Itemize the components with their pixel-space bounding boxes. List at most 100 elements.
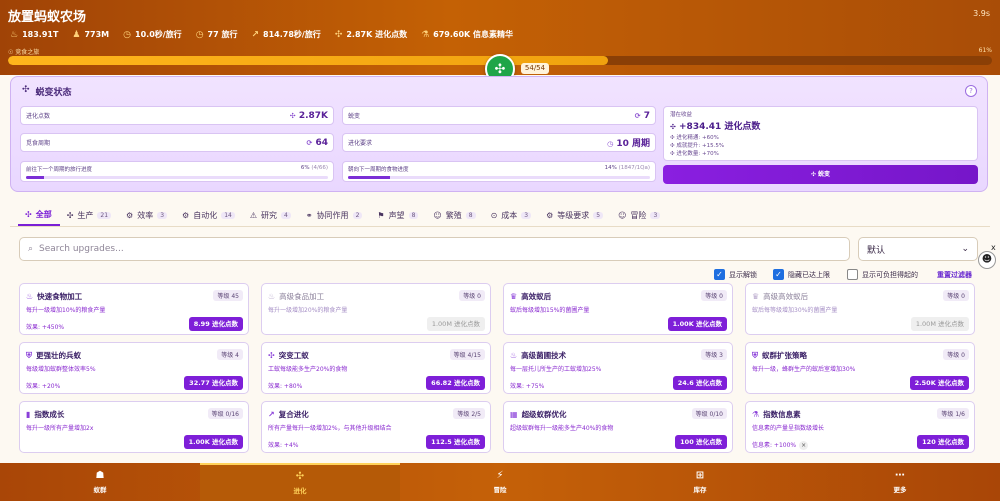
stat-food: ♨ 183.91T bbox=[10, 29, 59, 40]
mutation-count-box: 蜕变 ⟳ 7 bbox=[342, 106, 656, 125]
tab-adventure[interactable]: ☺ 冒险 3 bbox=[611, 207, 668, 226]
stats-bar: ♨ 183.91T ♟ 773M ◷ 10.0秒/旅行 ◷ 77 旅行 ↗ 814.78秒… bbox=[10, 29, 513, 40]
upgrade-icon: ⛨ bbox=[26, 350, 32, 360]
upgrade-icon: ▮ bbox=[26, 410, 31, 419]
flag-icon: ⚑ bbox=[377, 211, 385, 220]
filter-hide-max[interactable]: ✓ 隐藏已达上限 bbox=[773, 269, 830, 280]
tab-breeding[interactable]: ☺ 繁殖 8 bbox=[426, 207, 483, 226]
upgrade-card[interactable]: ↗ 复合进化 等级 2/5 所有产量每升一级增加2%，与其他升级相结合 效果: +4% 1… bbox=[261, 401, 491, 453]
next-food-progress-bar bbox=[348, 176, 650, 179]
earning-line: ✣ 进化数量: +70% bbox=[670, 151, 719, 157]
nav-evolution[interactable]: ✣ 进化 bbox=[200, 463, 400, 501]
tab-automation[interactable]: ⚙ 自动化 14 bbox=[175, 207, 243, 226]
tab-divider bbox=[10, 226, 990, 227]
buy-upgrade-button[interactable]: 24.6 进化点数 bbox=[672, 376, 727, 390]
upgrade-card[interactable]: ▮ 指数成长 等级 0/16 每升一级所有产量增加2x 1.00K 进化点数 bbox=[19, 401, 249, 453]
clock-icon: ◷ bbox=[123, 29, 132, 40]
buy-upgrade-button[interactable]: 1.00K 进化点数 bbox=[183, 435, 243, 449]
upgrade-level: 等级 0 bbox=[943, 349, 969, 360]
filter-show-unlocked[interactable]: ✓ 显示解锁 bbox=[714, 269, 757, 280]
checkbox-icon[interactable] bbox=[847, 269, 858, 280]
lightning-icon: ⚡ bbox=[496, 470, 504, 481]
upgrade-effect: 效果: +450% bbox=[26, 324, 65, 331]
stat-trip-time: ◷ 10.0秒/旅行 bbox=[123, 29, 182, 40]
tab-efficiency[interactable]: ⚙ 效率 3 bbox=[119, 207, 175, 226]
food-icon: ♨ bbox=[10, 29, 19, 40]
close-icon[interactable]: × bbox=[799, 441, 809, 450]
upgrade-card[interactable]: ⚗ 指数信息素 等级 1/6 信息素的产量呈指数级增长 信息素: +100% × 120 进… bbox=[745, 401, 975, 453]
upgrade-description: 蚁后每级增加15%的菌圃产量 bbox=[510, 307, 590, 314]
checkbox-checked-icon[interactable]: ✓ bbox=[773, 269, 784, 280]
help-icon[interactable]: ? bbox=[965, 85, 977, 97]
nav-more[interactable]: ⋯ 更多 bbox=[800, 463, 1000, 501]
next-food-progress-box: 朝向下一周期的食物进度 14% (1847/1Qa) bbox=[342, 161, 656, 182]
buy-upgrade-button[interactable]: 66.82 进化点数 bbox=[426, 376, 485, 390]
buy-upgrade-button[interactable]: 120 进化点数 bbox=[917, 435, 969, 449]
filter-show-affordable[interactable]: 显示可负担得起的 bbox=[847, 269, 918, 280]
link-icon: ⚭ bbox=[305, 211, 313, 220]
upgrade-card[interactable]: ⛨ 更强壮的兵蚁 等级 4 每级增加蚁群整体效率5% 效果: +20% 32.77 进化点… bbox=[19, 342, 249, 394]
reset-filters-link[interactable]: 重置过滤器 bbox=[937, 270, 972, 280]
dna-icon: ✣ bbox=[22, 85, 30, 95]
tab-all[interactable]: ✣ 全部 bbox=[18, 207, 60, 226]
upgrade-name: ♨ 快速食物加工 bbox=[26, 292, 83, 301]
buy-upgrade-button[interactable]: 8.99 进化点数 bbox=[188, 317, 243, 331]
upgrade-card[interactable]: ♨ 快速食物加工 等级 45 每升一级增加10%的粮食产量 效果: +450% 8.99 … bbox=[19, 283, 249, 335]
upgrade-description: 每升一级，蜂群生产的蚁后室增加30% bbox=[752, 366, 856, 373]
tab-cost[interactable]: ⊙ 成本 3 bbox=[484, 207, 540, 226]
upgrade-card[interactable]: ♨ 高级食品加工 等级 0 每升一级增加20%的粮食产量 1.00M 进化点数 bbox=[261, 283, 491, 335]
stat-rate: ↗ 814.78秒/旅行 bbox=[251, 29, 321, 40]
tab-production[interactable]: ✣ 生产 21 bbox=[60, 207, 119, 226]
trip-icon: ◷ bbox=[195, 29, 204, 40]
upgrade-level: 等级 4/15 bbox=[449, 349, 485, 360]
mascot-icon[interactable]: ☻ bbox=[978, 251, 996, 269]
buy-upgrade-button[interactable]: 1.00M 进化点数 bbox=[426, 317, 485, 331]
checkbox-checked-icon[interactable]: ✓ bbox=[714, 269, 725, 280]
earning-line: ✣ 成就提升: +15.5% bbox=[670, 143, 725, 149]
buy-upgrade-button[interactable]: 1.00K 进化点数 bbox=[667, 317, 727, 331]
upgrade-effect: 效果: +75% bbox=[510, 383, 545, 390]
tab-research[interactable]: ⚠ 研究 4 bbox=[243, 207, 299, 226]
upgrade-card[interactable]: ♨ 高级菌圃技术 等级 3 每一层托儿所生产的工蚁增加25% 效果: +75% 24.6 … bbox=[503, 342, 733, 394]
upgrade-effect: 信息素: +100% × bbox=[752, 441, 809, 450]
journey-progress-fill bbox=[8, 56, 609, 65]
tab-prestige[interactable]: ⚑ 声望 8 bbox=[370, 207, 426, 226]
dna-icon: ✣ bbox=[66, 211, 74, 220]
buy-upgrade-button[interactable]: 112.5 进化点数 bbox=[426, 435, 485, 449]
journey-percent: 61% bbox=[978, 47, 992, 54]
upgrade-level: 等级 2/5 bbox=[453, 408, 485, 419]
upgrade-description: 每升一级所有产量增加2x bbox=[26, 425, 94, 432]
buy-upgrade-button[interactable]: 100 进化点数 bbox=[675, 435, 727, 449]
upgrade-card[interactable]: ▦ 超级蚁群优化 等级 0/10 超级蚁群每升一级能多生产40%的食物 100 进化点数 bbox=[503, 401, 733, 453]
tab-level-req[interactable]: ⚙ 等级要求 5 bbox=[539, 207, 611, 226]
upgrade-icon: ✣ bbox=[268, 351, 275, 360]
upgrade-card[interactable]: ✣ 突变工蚁 等级 4/15 工蚁每级能多生产20%的食物 效果: +80% 66.82 … bbox=[261, 342, 491, 394]
stat-trips: ◷ 77 旅行 bbox=[195, 29, 238, 40]
app-title: 放置蚂蚁农场 bbox=[8, 10, 87, 25]
tab-synergy[interactable]: ⚭ 协同作用 2 bbox=[299, 207, 371, 226]
evolution-icon: ✣ bbox=[334, 29, 343, 40]
buy-upgrade-button[interactable]: 2.50K 进化点数 bbox=[909, 376, 969, 390]
mutate-button[interactable]: ✣ 蜕变 bbox=[663, 165, 978, 184]
upgrade-icon: ↗ bbox=[268, 410, 275, 419]
search-input[interactable]: ⌕ Search upgrades... bbox=[19, 237, 850, 261]
upgrade-card[interactable]: ⛨ 蚁群扩张策略 等级 0 每升一级，蜂群生产的蚁后室增加30% 2.50K 进化点数 bbox=[745, 342, 975, 394]
buy-upgrade-button[interactable]: 1.00M 进化点数 bbox=[910, 317, 969, 331]
stat-evolution: ✣ 2.87K 进化点数 bbox=[334, 29, 408, 40]
nav-adventure[interactable]: ⚡ 冒险 bbox=[400, 463, 600, 501]
upgrade-level: 等级 0 bbox=[701, 290, 727, 301]
nav-colony[interactable]: ☗ 蚁群 bbox=[0, 463, 200, 501]
upgrade-icon: ♛ bbox=[752, 292, 760, 301]
upgrade-name: ↗ 复合进化 bbox=[268, 410, 309, 419]
nav-inventory[interactable]: ⊞ 库存 bbox=[600, 463, 800, 501]
evo-points-box: 进化点数 ✣ 2.87K bbox=[20, 106, 334, 125]
close-icon[interactable]: x bbox=[991, 243, 996, 252]
upgrade-icon: ⛨ bbox=[752, 350, 758, 360]
upgrade-name: ⚗ 指数信息素 bbox=[752, 410, 801, 419]
upgrade-card[interactable]: ♛ 高效蚁后 等级 0 蚁后每级增加15%的菌圃产量 1.00K 进化点数 bbox=[503, 283, 733, 335]
sort-select[interactable]: 默认 ⌄ bbox=[858, 237, 978, 261]
upgrade-name: ♨ 高级菌圃技术 bbox=[510, 351, 567, 360]
upgrade-card[interactable]: ♛ 高级高效蚁后 等级 0 蚁后每等级增加30%的菌圃产量 1.00M 进化点数 bbox=[745, 283, 975, 335]
buy-upgrade-button[interactable]: 32.77 进化点数 bbox=[184, 376, 243, 390]
face-icon: ☺ bbox=[433, 211, 442, 220]
